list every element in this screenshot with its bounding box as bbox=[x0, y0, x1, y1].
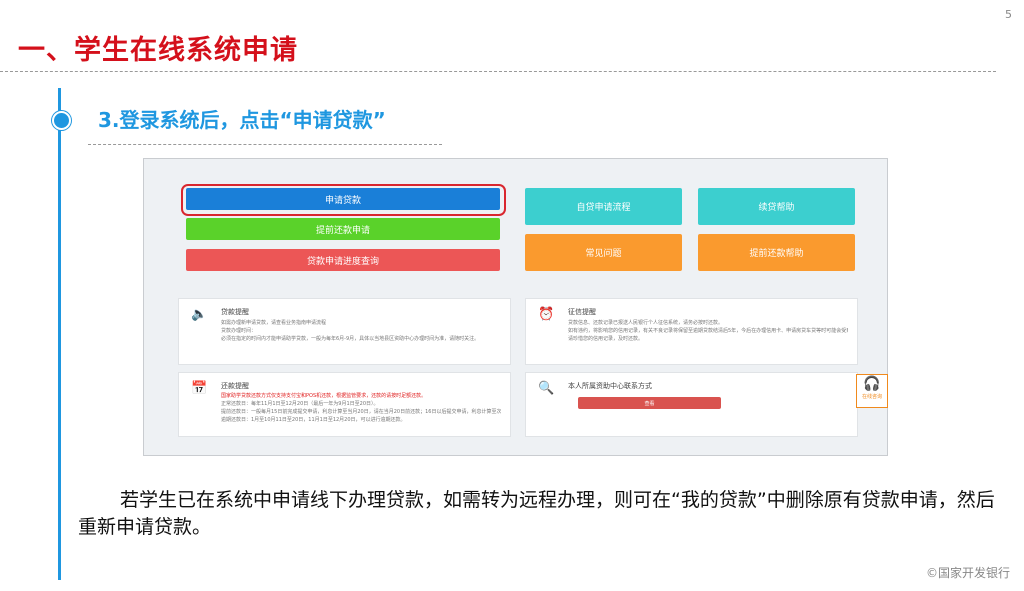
title-divider bbox=[0, 71, 996, 72]
card-line: 提前还款日：一般每月15日前完成提交申请，利息计算至当月20日，请在当月20日前… bbox=[221, 409, 501, 415]
card-line: 正常还款日：每年11月1日至12月20日（最后一年为9月1日至20日）。 bbox=[221, 401, 379, 407]
faq-button[interactable]: 常见问题 bbox=[525, 234, 682, 271]
instruction-paragraph: 若学生已在系统中申请线下办理贷款，如需转为远程办理，则可在“我的贷款”中删除原有… bbox=[78, 489, 995, 538]
credit-notice-card: ⏰ 征信提醒 贷款信息、还款记录已报送人民银行个人征信系统，请务必按时还款。 如… bbox=[525, 298, 858, 365]
timeline-dot bbox=[52, 111, 71, 130]
card-line: 如需办理新申请贷款，请查看业务指南申请流程 bbox=[221, 320, 327, 326]
step-heading: 3.登录系统后，点击“申请贷款” bbox=[98, 108, 386, 132]
renew-help-button[interactable]: 续贷帮助 bbox=[698, 188, 855, 225]
contact-card: 🔍 本人所属资助中心联系方式 查看 bbox=[525, 372, 858, 437]
copyright: ©国家开发银行 bbox=[925, 566, 1010, 580]
slide-title: 一、学生在线系统申请 bbox=[18, 35, 298, 66]
card-title: 本人所属资助中心联系方式 bbox=[568, 382, 652, 390]
view-contact-button[interactable]: 查看 bbox=[578, 397, 721, 409]
system-screenshot: 申请贷款 提前还款申请 贷款申请进度查询 自贷申请流程 续贷帮助 常见问题 提前… bbox=[143, 158, 888, 456]
search-icon: 🔍 bbox=[538, 381, 555, 396]
card-line: 逾期还款日：1月至10月11日至20日，11月1日至12月20日，可以进行逾期还… bbox=[221, 417, 406, 423]
card-warning-line: 国家助学贷款还款方式仅支持支付宝和POS机还款，根据监管要求，还款的请按时足额还… bbox=[221, 393, 427, 399]
card-line: 如有违约，将影响您的信用记录，有关不良记录将保留至逾期贷款结清后5年，今后在办理… bbox=[568, 328, 848, 334]
progress-query-button[interactable]: 贷款申请进度查询 bbox=[186, 249, 500, 271]
card-title: 征信提醒 bbox=[568, 308, 596, 316]
loan-flow-button[interactable]: 自贷申请流程 bbox=[525, 188, 682, 225]
repay-notice-card: 📅 还款提醒 国家助学贷款还款方式仅支持支付宝和POS机还款，根据监管要求，还款… bbox=[178, 372, 511, 437]
prepay-request-button[interactable]: 提前还款申请 bbox=[186, 218, 500, 240]
online-consult-label: 在线咨询 bbox=[861, 394, 882, 400]
calendar-icon: 📅 bbox=[191, 381, 208, 396]
loan-notice-card: 🔈 贷款提醒 如需办理新申请贷款，请查看业务指南申请流程 贷款办理时间： 必须在… bbox=[178, 298, 511, 365]
speaker-icon: 🔈 bbox=[191, 307, 208, 322]
timeline-line bbox=[58, 88, 61, 580]
card-title: 还款提醒 bbox=[221, 382, 249, 390]
card-line: 贷款信息、还款记录已报送人民银行个人征信系统，请务必按时还款。 bbox=[568, 320, 724, 326]
card-line: 贷款办理时间： bbox=[221, 328, 257, 334]
card-line: 必须在指定的时间内才能申请助学贷款，一般为每年6月-9月，具体以当地县区资助中心… bbox=[221, 336, 480, 342]
apply-loan-button[interactable]: 申请贷款 bbox=[186, 188, 500, 210]
card-title: 贷款提醒 bbox=[221, 308, 249, 316]
page-number: 5 bbox=[1005, 8, 1012, 21]
alarm-clock-icon: ⏰ bbox=[538, 307, 555, 322]
online-consult-button[interactable]: 🎧 在线咨询 bbox=[856, 374, 888, 408]
step-divider bbox=[88, 144, 442, 145]
card-line: 请珍惜您的信用记录，及时还款。 bbox=[568, 336, 644, 342]
headset-icon: 🎧 bbox=[863, 376, 881, 392]
prepay-help-button[interactable]: 提前还款帮助 bbox=[698, 234, 855, 271]
